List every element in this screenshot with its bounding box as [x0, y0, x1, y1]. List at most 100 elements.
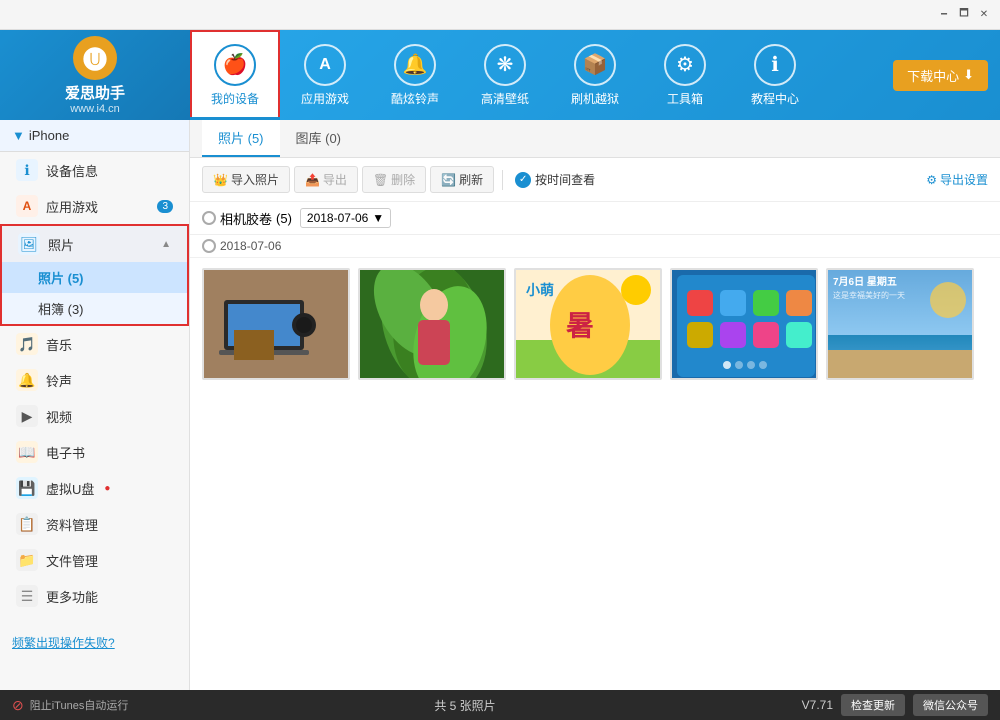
sidebar-item-ringtone[interactable]: 🔔 铃声 [0, 362, 189, 398]
ringtone-icon: 🔔 [16, 369, 38, 391]
sidebar-item-data-mgr[interactable]: 📋 资料管理 [0, 506, 189, 542]
download-arrow-icon: ⬇ [963, 67, 974, 83]
collapse-arrow-icon: ▼ [12, 128, 25, 143]
logo-icon: 🅤 [73, 36, 117, 80]
svg-text:暑: 暑 [566, 310, 594, 341]
photo-content-2 [360, 270, 504, 378]
wechat-button[interactable]: 微信公众号 [913, 694, 988, 716]
check-icon: ✓ [515, 172, 531, 188]
import-label: 导入照片 [231, 171, 279, 188]
tab-gallery[interactable]: 图库 (0) [280, 120, 358, 157]
sidebar: ▼ iPhone ℹ 设备信息 A 应用游戏 3 🖼 照片 ▲ 照片 ( [0, 120, 190, 690]
ringtone-label: 铃声 [46, 371, 72, 390]
camera-count: (5) [276, 211, 292, 226]
photo-item-5[interactable]: 7月6日 星期五 这是幸福美好的一天 [826, 268, 974, 380]
nav-item-my-device[interactable]: 🍎 我的设备 [190, 30, 280, 120]
nav-icon-tools: ⚙ [664, 44, 706, 86]
minimize-button[interactable]: 🗕 [936, 7, 952, 23]
sidebar-item-udisk[interactable]: 💾 虚拟U盘 ● [0, 470, 189, 506]
device-label: iPhone [29, 128, 69, 143]
sidebar-item-music[interactable]: 🎵 音乐 [0, 326, 189, 362]
data-mgr-icon: 📋 [16, 513, 38, 535]
sidebar-item-apps[interactable]: A 应用游戏 3 [0, 188, 189, 224]
device-info-label: 设备信息 [46, 161, 98, 180]
version-label: V7.71 [802, 698, 833, 712]
nav-label-tutorial: 教程中心 [751, 90, 799, 107]
maximize-button[interactable]: 🗖 [956, 7, 972, 23]
date-dropdown-icon: ▼ [372, 211, 384, 225]
photo-item-3[interactable]: 暑 小萌 [514, 268, 662, 380]
export-button[interactable]: 📤 导出 [294, 166, 358, 193]
udisk-label: 虚拟U盘 [46, 479, 94, 498]
nav-item-tools[interactable]: ⚙ 工具箱 [640, 30, 730, 120]
camera-roll-radio[interactable]: 相机胶卷 (5) [202, 209, 292, 228]
nav-icon-apps: A [304, 44, 346, 86]
nav-item-jailbreak[interactable]: 📦 刷机越狱 [550, 30, 640, 120]
sidebar-sub-item-albums[interactable]: 相簿 (3) [2, 293, 187, 324]
nav-label-jailbreak: 刷机越狱 [571, 90, 619, 107]
udisk-icon: 💾 [16, 477, 38, 499]
sidebar-sub-item-photos[interactable]: 照片 (5) [2, 262, 187, 293]
svg-text:这是幸福美好的一天: 这是幸福美好的一天 [833, 290, 905, 300]
photo-svg-4 [672, 270, 816, 378]
sidebar-item-ebook[interactable]: 📖 电子书 [0, 434, 189, 470]
photo-svg-3: 暑 小萌 [516, 270, 660, 378]
import-photos-button[interactable]: 👑 导入照片 [202, 166, 290, 193]
refresh-label: 刷新 [459, 171, 483, 188]
delete-button[interactable]: 🗑 删除 [362, 166, 426, 193]
refresh-button[interactable]: 🔄 刷新 [430, 166, 494, 193]
file-mgr-label: 文件管理 [46, 551, 98, 570]
photos-label: 照片 [48, 235, 74, 254]
photo-svg-2 [360, 270, 504, 378]
photo-item-4[interactable] [670, 268, 818, 380]
sidebar-item-photos[interactable]: 🖼 照片 ▲ [2, 226, 187, 262]
sidebar-device: ▼ iPhone [0, 120, 189, 152]
export-settings-button[interactable]: ⚙ 导出设置 [926, 171, 988, 188]
albums-sub-label: 相簿 (3) [38, 299, 84, 318]
time-view-check[interactable]: ✓ 按时间查看 [515, 171, 595, 188]
logo-area: 🅤 爱思助手 www.i4.cn [0, 30, 190, 120]
trouble-button[interactable]: 频繁出现操作失败? [12, 634, 115, 651]
photo-item-2[interactable] [358, 268, 506, 380]
tab-photos[interactable]: 照片 (5) [202, 120, 280, 157]
photo-content-4 [672, 270, 816, 378]
toolbar: 👑 导入照片 📤 导出 🗑 删除 🔄 刷新 ✓ 按时间查看 [190, 158, 1000, 202]
svg-text:7月6日 星期五: 7月6日 星期五 [833, 275, 897, 288]
nav-item-ringtone[interactable]: 🔔 酷炫铃声 [370, 30, 460, 120]
svg-text:小萌: 小萌 [526, 282, 554, 298]
statusbar-right: V7.71 检查更新 微信公众号 [802, 694, 988, 716]
nav-item-apps[interactable]: A 应用游戏 [280, 30, 370, 120]
photos-section-border: 🖼 照片 ▲ 照片 (5) 相簿 (3) [0, 224, 189, 326]
close-button[interactable]: ✕ [976, 7, 992, 23]
stop-itunes-label[interactable]: 阻止iTunes自动运行 [30, 697, 129, 713]
statusbar-center: 共 5 张照片 [136, 697, 793, 714]
nav-item-wallpaper[interactable]: ❋ 高清壁纸 [460, 30, 550, 120]
download-button[interactable]: 下载中心 ⬇ [893, 60, 988, 91]
photos-icon: 🖼 [18, 233, 40, 255]
sidebar-item-file-mgr[interactable]: 📁 文件管理 [0, 542, 189, 578]
nav-item-tutorial[interactable]: ℹ 教程中心 [730, 30, 820, 120]
check-update-button[interactable]: 检查更新 [841, 694, 905, 716]
date-select[interactable]: 2018-07-06 ▼ [300, 208, 391, 228]
export-settings-label: 导出设置 [940, 171, 988, 188]
photo-grid: 暑 小萌 [190, 258, 1000, 690]
apps-icon: A [16, 195, 38, 217]
toolbar-right: ⚙ 导出设置 [926, 171, 988, 188]
sidebar-item-video[interactable]: ▶ 视频 [0, 398, 189, 434]
file-mgr-icon: 📁 [16, 549, 38, 571]
sidebar-item-device-info[interactable]: ℹ 设备信息 [0, 152, 189, 188]
export-icon: 📤 [305, 173, 320, 187]
time-view-label: 按时间查看 [535, 171, 595, 188]
sidebar-item-more[interactable]: ☰ 更多功能 [0, 578, 189, 614]
photo-item-1[interactable] [202, 268, 350, 380]
download-label: 下载中心 [907, 66, 959, 85]
photo-content-3: 暑 小萌 [516, 270, 660, 378]
header: 🅤 爱思助手 www.i4.cn 🍎 我的设备 A 应用游戏 🔔 酷炫铃声 ❋ … [0, 30, 1000, 120]
video-label: 视频 [46, 407, 72, 426]
camera-roll-label: 相机胶卷 [220, 209, 272, 228]
ebook-label: 电子书 [46, 443, 85, 462]
photo-content-1 [204, 270, 348, 378]
date-radio-icon [202, 239, 216, 253]
photo-svg-1 [204, 270, 348, 378]
gear-icon: ⚙ [926, 173, 937, 187]
